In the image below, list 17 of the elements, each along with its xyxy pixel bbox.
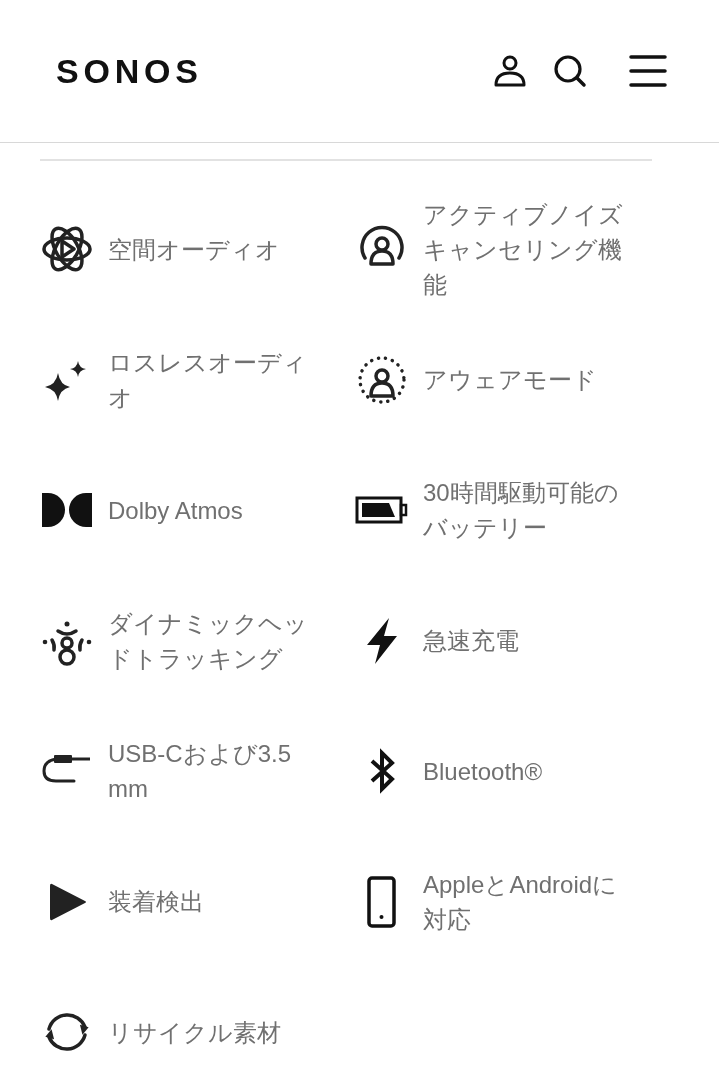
feature-label: Bluetooth®: [423, 756, 544, 787]
feature-label: USB-Cおよび3.5 mm: [108, 739, 293, 805]
feature-label: ダイナミックヘッドトラッキング: [108, 608, 309, 674]
feature-label: アクティブノイズキャンセリング機能: [423, 199, 624, 300]
logo[interactable]: SONOS: [56, 45, 203, 97]
feature-label: AppleとAndroidに対応: [423, 869, 619, 935]
menu-icon[interactable]: [629, 54, 667, 88]
feature-label: 装着検出: [108, 887, 205, 918]
feature-label: アウェアモード: [423, 365, 598, 396]
feature-label: リサイクル素材: [108, 1017, 282, 1048]
feature-label: 30時間駆動可能のバッテリー: [423, 478, 620, 544]
feature-label: 空間オーディオ: [108, 234, 281, 265]
feature-label: Dolby Atmos: [108, 495, 244, 526]
feature-label: ロスレスオーディオ: [108, 347, 308, 413]
search-icon[interactable]: [553, 54, 587, 88]
feature-label: 急速充電: [423, 626, 520, 657]
account-icon[interactable]: [493, 54, 527, 88]
